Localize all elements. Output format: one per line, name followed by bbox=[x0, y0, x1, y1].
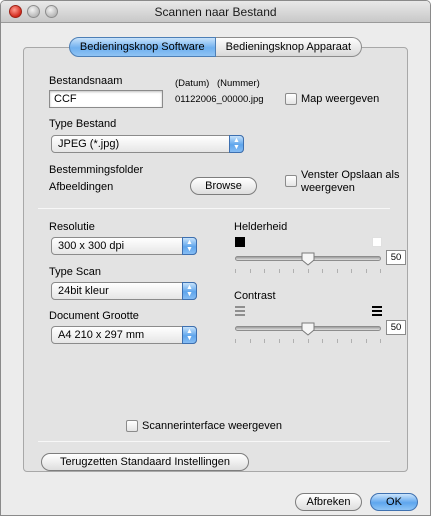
low-contrast-icon bbox=[235, 306, 245, 316]
cancel-button[interactable]: Afbreken bbox=[295, 493, 362, 511]
section-divider bbox=[38, 208, 390, 209]
document-size-label: Document Grootte bbox=[49, 310, 139, 322]
file-name-input[interactable]: CCF bbox=[49, 90, 163, 108]
popup-arrows-icon: ▲ ▼ bbox=[229, 135, 244, 153]
slider-tick bbox=[235, 269, 236, 273]
scan-type-value: 24bit kleur bbox=[58, 285, 109, 297]
slider-tick bbox=[351, 269, 352, 273]
slider-tick bbox=[366, 269, 367, 273]
destination-folder-label: Bestemmingsfolder bbox=[49, 164, 144, 176]
slider-tick bbox=[337, 339, 338, 343]
slider-tick bbox=[380, 339, 381, 343]
contrast-value[interactable]: 50 bbox=[386, 320, 406, 335]
show-save-as-label-line1: Venster Opslaan als bbox=[301, 169, 400, 181]
resolution-label: Resolutie bbox=[49, 221, 95, 233]
show-folder-checkbox[interactable] bbox=[285, 93, 297, 105]
bottom-divider bbox=[38, 441, 390, 442]
file-type-select[interactable]: JPEG (*.jpg) ▲ ▼ bbox=[51, 135, 244, 153]
black-square-icon bbox=[235, 237, 245, 247]
example-filename: 01122006_00000.jpg bbox=[175, 94, 264, 105]
popup-arrows-icon: ▲ ▼ bbox=[182, 326, 197, 344]
window-title: Scannen naar Bestand bbox=[154, 5, 277, 19]
resolution-value: 300 x 300 dpi bbox=[58, 240, 125, 252]
date-label: (Datum) bbox=[175, 78, 210, 89]
slider-tick bbox=[351, 339, 352, 343]
high-contrast-icon bbox=[372, 306, 382, 316]
number-label: (Nummer) bbox=[217, 78, 260, 89]
destination-folder-value: Afbeeldingen bbox=[49, 181, 114, 193]
white-square-icon bbox=[372, 237, 382, 247]
slider-tick bbox=[264, 269, 265, 273]
file-name-label: Bestandsnaam bbox=[49, 75, 123, 87]
contrast-ticks bbox=[235, 339, 381, 343]
popup-arrows-icon: ▲ ▼ bbox=[182, 237, 197, 255]
slider-tick bbox=[250, 269, 251, 273]
slider-tick bbox=[322, 269, 323, 273]
contrast-label: Contrast bbox=[234, 290, 276, 302]
tab-device-button[interactable]: Bedieningsknop Apparaat bbox=[215, 37, 363, 57]
scan-type-select[interactable]: 24bit kleur ▲ ▼ bbox=[51, 282, 197, 300]
resolution-select[interactable]: 300 x 300 dpi ▲ ▼ bbox=[51, 237, 197, 255]
show-save-as-checkbox[interactable] bbox=[285, 175, 297, 187]
slider-tick bbox=[250, 339, 251, 343]
browse-button[interactable]: Browse bbox=[190, 177, 257, 195]
brightness-value[interactable]: 50 bbox=[386, 250, 406, 265]
document-size-select[interactable]: A4 210 x 297 mm ▲ ▼ bbox=[51, 326, 197, 344]
brightness-slider-knob[interactable] bbox=[301, 252, 315, 266]
slider-tick bbox=[293, 269, 294, 273]
slider-tick bbox=[279, 339, 280, 343]
brightness-label: Helderheid bbox=[234, 221, 288, 233]
slider-tick bbox=[264, 339, 265, 343]
file-type-value: JPEG (*.jpg) bbox=[58, 138, 120, 150]
scan-to-file-dialog: Scannen naar Bestand Bedieningsknop Soft… bbox=[0, 0, 431, 516]
popup-arrows-icon: ▲ ▼ bbox=[182, 282, 197, 300]
slider-tick bbox=[293, 339, 294, 343]
slider-tick bbox=[279, 269, 280, 273]
contrast-slider-knob[interactable] bbox=[301, 322, 315, 336]
show-save-as-label-line2: weergeven bbox=[301, 182, 355, 194]
show-folder-label: Map weergeven bbox=[301, 93, 380, 105]
file-type-label: Type Bestand bbox=[49, 118, 117, 130]
ok-button[interactable]: OK bbox=[370, 493, 418, 511]
reset-defaults-button[interactable]: Terugzetten Standaard Instellingen bbox=[41, 453, 249, 471]
slider-tick bbox=[235, 339, 236, 343]
scan-type-label: Type Scan bbox=[49, 266, 101, 278]
tab-bar: Bedieningsknop Software Bedieningsknop A… bbox=[1, 37, 430, 57]
slider-tick bbox=[308, 339, 309, 343]
slider-tick bbox=[337, 269, 338, 273]
slider-tick bbox=[308, 269, 309, 273]
scanner-interface-label: Scannerinterface weergeven bbox=[142, 420, 283, 432]
title-bar: Scannen naar Bestand bbox=[1, 1, 430, 23]
slider-tick bbox=[366, 339, 367, 343]
document-size-value: A4 210 x 297 mm bbox=[58, 329, 145, 341]
scanner-interface-checkbox[interactable] bbox=[126, 420, 138, 432]
brightness-ticks bbox=[235, 269, 381, 273]
tab-software-button[interactable]: Bedieningsknop Software bbox=[68, 37, 216, 57]
slider-tick bbox=[322, 339, 323, 343]
slider-tick bbox=[380, 269, 381, 273]
